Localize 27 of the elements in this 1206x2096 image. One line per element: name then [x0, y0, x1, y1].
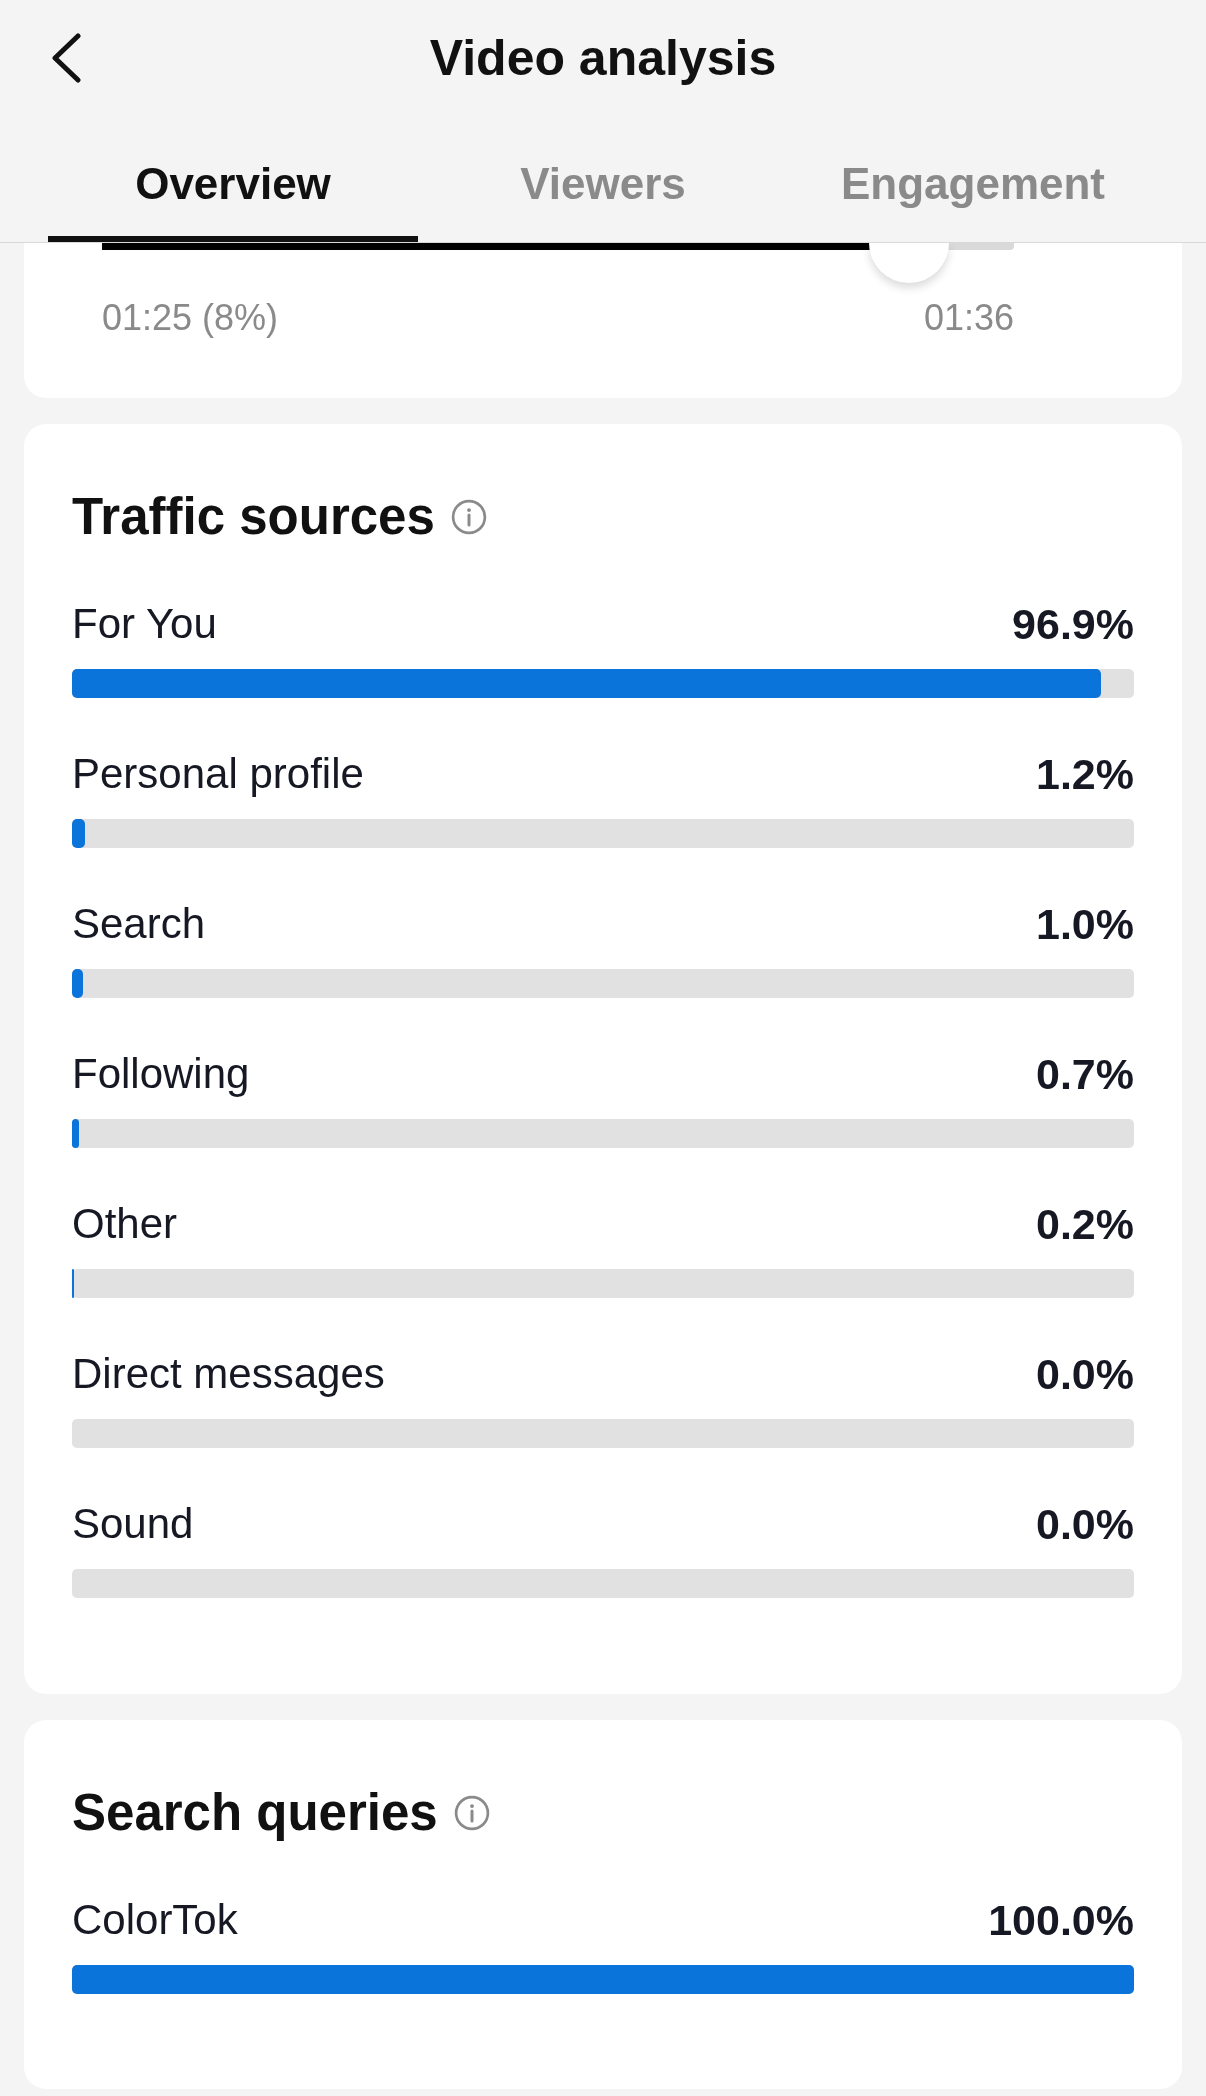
source-label: For You — [72, 599, 217, 649]
percent-value: 100.0% — [988, 1895, 1134, 1945]
percent-value: 0.7% — [1036, 1049, 1134, 1099]
percent-value: 0.0% — [1036, 1499, 1134, 1549]
source-label: ColorTok — [72, 1895, 238, 1945]
percent-value: 1.0% — [1036, 899, 1134, 949]
back-icon[interactable] — [51, 33, 81, 83]
percent-value: 1.2% — [1036, 749, 1134, 799]
source-label: Search — [72, 899, 206, 949]
percent-value: 96.9% — [1012, 599, 1134, 649]
info-icon[interactable] — [450, 499, 487, 535]
page-title: Video analysis — [429, 29, 777, 88]
percent-value: 0.2% — [1036, 1199, 1134, 1249]
source-label: Other — [72, 1199, 178, 1249]
percent-value: 0.0% — [1036, 1349, 1134, 1399]
tab[interactable]: Engagement — [788, 116, 1158, 242]
section-title: Search queries — [72, 1783, 438, 1843]
slider-thumb[interactable] — [869, 243, 950, 283]
tab[interactable]: Viewers — [418, 116, 788, 242]
source-label: Personal profile — [72, 749, 364, 799]
section-title: Traffic sources — [72, 487, 435, 547]
info-icon[interactable] — [453, 1795, 490, 1831]
current-time: 01:25 (8%) — [102, 296, 279, 340]
source-label: Direct messages — [72, 1349, 385, 1399]
source-label: Sound — [72, 1499, 194, 1549]
source-label: Following — [72, 1049, 250, 1099]
end-time: 01:36 — [923, 296, 1014, 340]
